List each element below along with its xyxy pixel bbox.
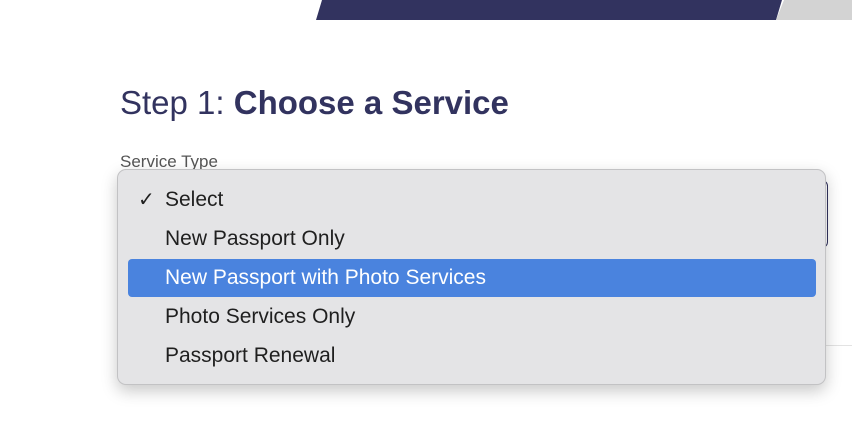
step-prefix: Step 1: [120, 84, 234, 121]
page: Step 1: Choose a Service Service Type ✓ … [0, 0, 852, 432]
option-select[interactable]: ✓ Select [128, 181, 816, 219]
option-label: New Passport Only [165, 227, 345, 250]
option-label: New Passport with Photo Services [165, 266, 486, 289]
header-banner-light [776, 0, 852, 20]
option-passport-renewal[interactable]: Passport Renewal [128, 337, 816, 375]
option-photo-services-only[interactable]: Photo Services Only [128, 298, 816, 336]
option-label: Photo Services Only [165, 305, 356, 328]
option-label: Passport Renewal [165, 344, 336, 367]
header-banner-dark [316, 0, 782, 20]
checkmark-icon: ✓ [138, 189, 155, 211]
service-type-dropdown-menu[interactable]: ✓ Select New Passport Only New Passport … [117, 169, 826, 385]
step-heading: Step 1: Choose a Service [120, 82, 509, 124]
divider [826, 345, 852, 346]
option-label: Select [165, 188, 224, 211]
option-new-passport-only[interactable]: New Passport Only [128, 220, 816, 258]
option-new-passport-with-photo-services[interactable]: New Passport with Photo Services [128, 259, 816, 297]
step-title: Choose a Service [233, 84, 509, 121]
